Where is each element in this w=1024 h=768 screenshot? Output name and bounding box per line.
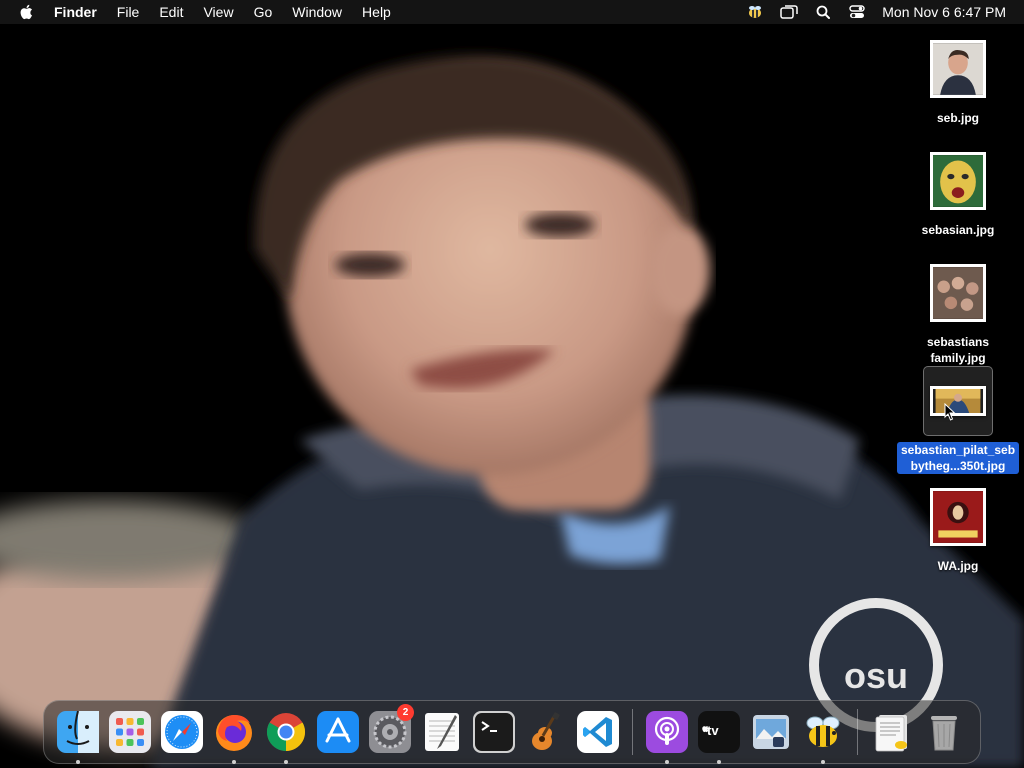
menu-view[interactable]: View xyxy=(193,0,243,24)
apple-tv-label: tv xyxy=(707,723,719,738)
menu-help[interactable]: Help xyxy=(352,0,401,24)
dock-finder[interactable] xyxy=(52,706,104,764)
dock-apple-tv[interactable]: tv xyxy=(693,706,745,764)
dock-downloads-stack[interactable] xyxy=(866,706,918,758)
image-thumbnail xyxy=(923,482,993,552)
running-indicator xyxy=(76,760,80,764)
launchpad-icon xyxy=(109,711,151,753)
textedit-icon xyxy=(425,713,459,751)
image-thumbnail xyxy=(923,34,993,104)
bee-icon[interactable] xyxy=(738,0,772,24)
dock-system-settings[interactable]: 2 xyxy=(364,704,416,758)
dock-separator xyxy=(632,709,633,755)
search-icon[interactable] xyxy=(806,0,840,24)
apple-menu-icon[interactable] xyxy=(0,0,52,24)
file-name-label: sebasian.jpg xyxy=(921,223,995,237)
trash-icon xyxy=(931,716,957,751)
dock-safari[interactable] xyxy=(156,706,208,758)
firefox-icon xyxy=(216,715,252,751)
running-indicator xyxy=(232,760,236,764)
svg-text:osu: osu xyxy=(844,655,908,696)
finder-icon xyxy=(57,711,99,753)
desktop-wallpaper: osu xyxy=(0,0,1024,768)
dock-chrome[interactable] xyxy=(260,706,312,764)
running-indicator xyxy=(717,760,721,764)
desktop-file-sebasian[interactable]: sebasian.jpg xyxy=(896,146,1020,238)
desktop-file-sebastian-pilat[interactable]: sebastian_pilat_sebbytheg...350t.jpg xyxy=(896,366,1020,474)
garageband-icon xyxy=(532,712,560,750)
image-thumbnail xyxy=(923,258,993,328)
menu-go[interactable]: Go xyxy=(244,0,283,24)
menu-file[interactable]: File xyxy=(107,0,150,24)
dock-launchpad[interactable] xyxy=(104,706,156,758)
desktop-file-seb[interactable]: seb.jpg xyxy=(896,34,1020,126)
safari-icon xyxy=(161,711,203,753)
menu-bar: Finder File Edit View Go Window Help Mon… xyxy=(0,0,1024,24)
desktop-file-sebastians-family[interactable]: sebastians family.jpg xyxy=(896,258,1020,366)
menu-edit[interactable]: Edit xyxy=(149,0,193,24)
menu-bar-clock[interactable]: Mon Nov 6 6:47 PM xyxy=(874,0,1024,24)
podcasts-icon xyxy=(646,711,688,753)
dock-podcasts[interactable] xyxy=(641,706,693,764)
preview-icon xyxy=(753,715,789,749)
mouse-cursor-icon xyxy=(944,403,956,421)
bee-app-icon xyxy=(806,716,840,747)
image-thumbnail xyxy=(923,366,993,436)
downloads-stack-icon xyxy=(875,715,907,752)
file-name-label: sebastians family.jpg xyxy=(926,335,990,365)
menu-window[interactable]: Window xyxy=(282,0,352,24)
dock-garageband[interactable] xyxy=(520,706,572,758)
apple-tv-icon xyxy=(698,711,740,753)
dock-app-store[interactable] xyxy=(312,706,364,758)
file-name-label: seb.jpg xyxy=(936,111,979,125)
file-name-label: sebastian_pilat_sebbytheg...350t.jpg xyxy=(897,442,1019,474)
screen-mirroring-icon[interactable] xyxy=(772,0,806,24)
desktop-file-wa[interactable]: WA.jpg xyxy=(896,482,1020,574)
dock-preview[interactable] xyxy=(745,706,797,758)
notification-badge: 2 xyxy=(397,704,414,721)
dock-trash[interactable] xyxy=(918,706,970,758)
dock-textedit[interactable] xyxy=(416,706,468,758)
control-center-icon[interactable] xyxy=(840,0,874,24)
terminal-icon xyxy=(473,711,515,753)
running-indicator xyxy=(821,760,825,764)
file-name-label: WA.jpg xyxy=(937,559,979,573)
menu-app-name[interactable]: Finder xyxy=(52,0,107,24)
dock-vscode[interactable] xyxy=(572,706,624,758)
dock: 2 tv xyxy=(43,700,981,764)
image-thumbnail xyxy=(923,146,993,216)
dock-terminal[interactable] xyxy=(468,706,520,758)
vscode-icon xyxy=(577,711,619,753)
running-indicator xyxy=(284,760,288,764)
chrome-icon xyxy=(266,713,306,752)
dock-separator xyxy=(857,709,858,755)
dock-firefox[interactable] xyxy=(208,706,260,764)
app-store-icon xyxy=(317,711,359,753)
dock-bee-app[interactable] xyxy=(797,706,849,764)
running-indicator xyxy=(665,760,669,764)
